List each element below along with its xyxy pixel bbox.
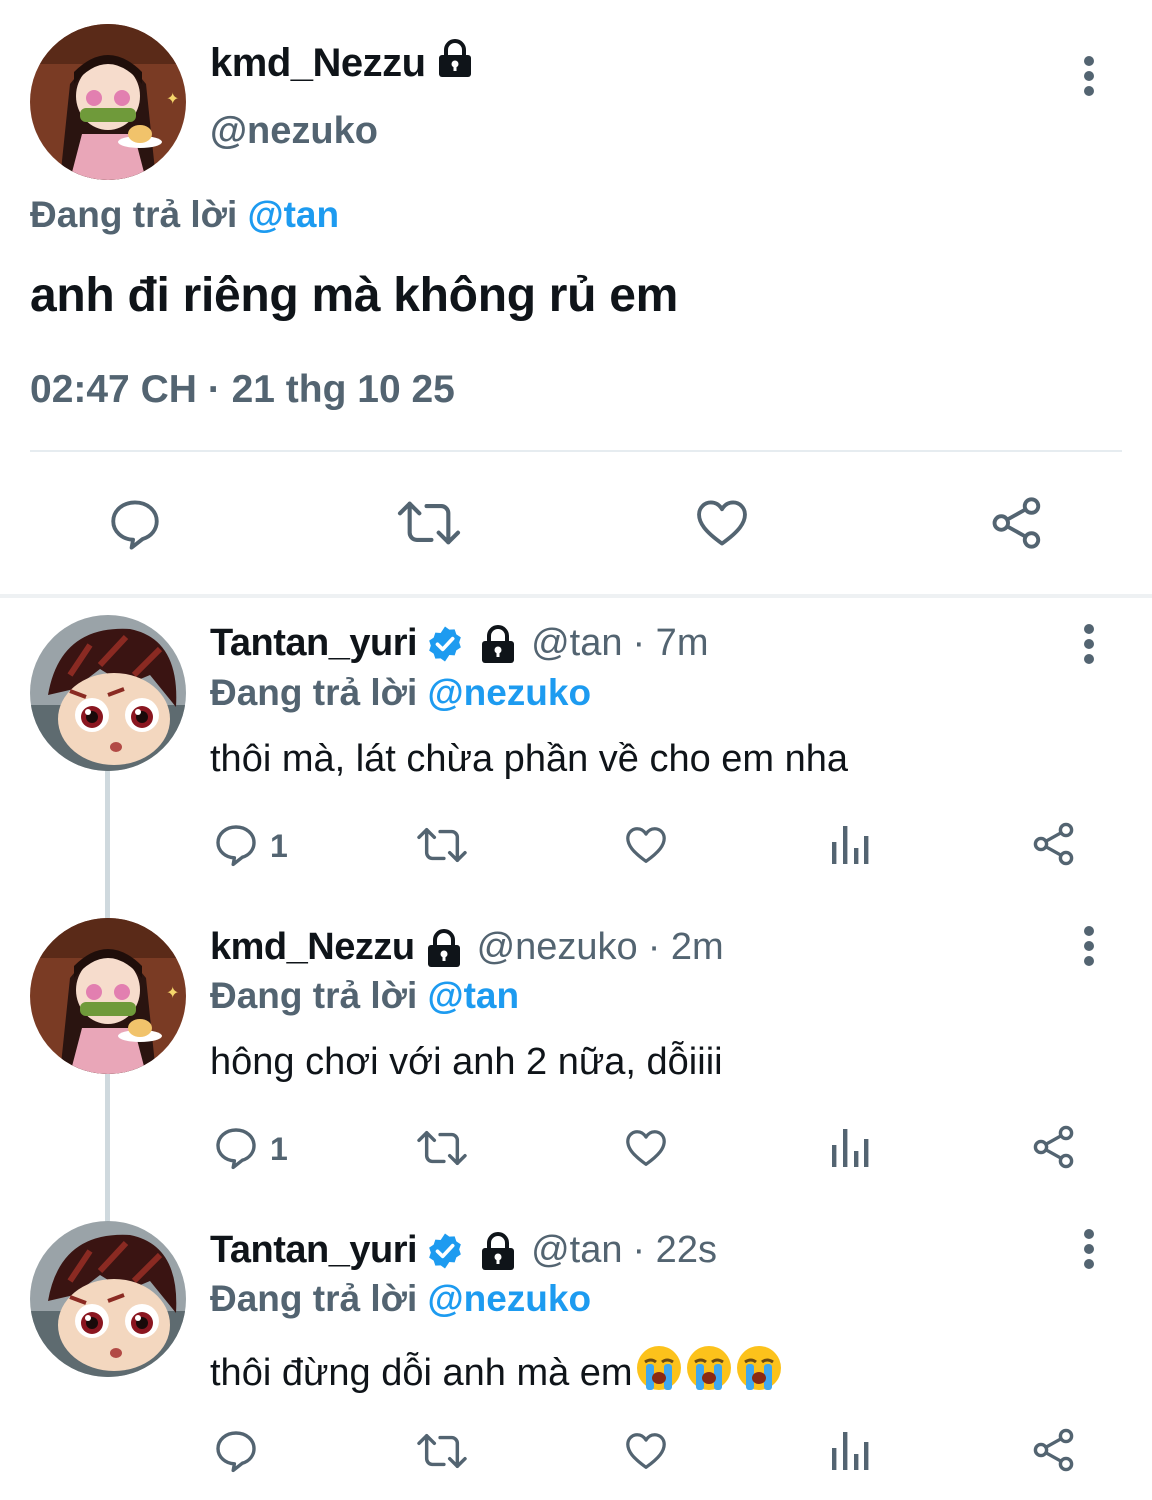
tweet-timestamp[interactable]: 02:47 CH · 21 thg 10 25 — [30, 368, 455, 412]
reply-text: thôi mà, lát chừa phần về cho em nha — [210, 738, 849, 780]
reply-button[interactable]: 1 — [212, 1123, 288, 1176]
reply-icon[interactable] — [106, 494, 164, 557]
reply-text: hông chơi với anh 2 nữa, dỗiiii — [210, 1041, 723, 1083]
author-name[interactable]: Tantan_yuri — [210, 622, 418, 665]
author-name[interactable]: kmd_Nezzu — [210, 41, 426, 86]
lock-icon — [479, 1231, 517, 1271]
reply-icon — [212, 820, 260, 873]
replying-to-link[interactable]: @nezuko — [428, 1278, 592, 1319]
author-handle[interactable]: @tan — [531, 1229, 622, 1272]
replying-to-link[interactable]: @nezuko — [428, 672, 592, 713]
more-options-icon[interactable] — [1082, 1229, 1096, 1274]
replying-prefix: Đang trả lời — [210, 975, 428, 1016]
more-options-icon[interactable] — [1082, 926, 1096, 971]
svg-text:✦: ✦ — [166, 89, 179, 108]
reply-count: 1 — [270, 828, 288, 864]
retweet-icon[interactable] — [414, 1428, 470, 1479]
reply-header: Tantan_yuri @tan · 7m — [210, 622, 708, 665]
reply-count: 1 — [270, 1131, 288, 1167]
author-handle[interactable]: @nezuko — [477, 926, 638, 969]
analytics-icon[interactable] — [828, 1125, 870, 1174]
avatar-tan[interactable] — [30, 615, 186, 771]
reply-text: thôi đừng dỗi anh mà em — [210, 1351, 633, 1394]
replying-to: Đang trả lời @nezuko — [210, 672, 591, 714]
reply-age[interactable]: · 22s — [632, 1229, 716, 1272]
lock-icon — [436, 38, 474, 88]
reply-icon — [212, 1123, 260, 1176]
like-icon[interactable] — [692, 494, 752, 557]
section-divider — [0, 594, 1152, 598]
thread-line — [105, 1074, 110, 1222]
analytics-icon[interactable] — [828, 822, 870, 871]
retweet-icon[interactable] — [394, 494, 464, 557]
author-handle[interactable]: @tan — [531, 622, 622, 665]
loudly-crying-face-emoji — [685, 1344, 733, 1402]
reply-text-row: thôi đừng dỗi anh mà em — [210, 1344, 783, 1402]
reply-icon — [212, 1426, 260, 1479]
retweet-icon[interactable] — [414, 822, 470, 873]
thread-line — [105, 770, 110, 918]
author-name[interactable]: kmd_Nezzu — [210, 926, 415, 969]
replying-to: Đang trả lời @tan — [210, 975, 519, 1017]
avatar-tan[interactable] — [30, 1221, 186, 1377]
replying-prefix: Đang trả lời — [210, 672, 428, 713]
reply-header: Tantan_yuri @tan · 22s — [210, 1229, 717, 1272]
lock-icon — [425, 928, 463, 968]
reply-header: kmd_Nezzu @nezuko · 2m — [210, 926, 724, 969]
author-handle[interactable]: @nezuko — [210, 110, 378, 153]
share-icon[interactable] — [1030, 1426, 1078, 1479]
more-options-icon[interactable] — [1082, 56, 1096, 101]
more-options-icon[interactable] — [1082, 624, 1096, 669]
divider — [30, 450, 1122, 452]
avatar-nezuko[interactable]: ✦ — [30, 24, 186, 180]
tweet-text: anh đi riêng mà không rủ em — [30, 269, 678, 322]
share-icon[interactable] — [1030, 1123, 1078, 1176]
like-icon[interactable] — [622, 822, 670, 873]
author-name[interactable]: Tantan_yuri — [210, 1229, 418, 1272]
replying-prefix: Đang trả lời — [210, 1278, 428, 1319]
loudly-crying-face-emoji — [635, 1344, 683, 1402]
reply-age[interactable]: · 2m — [648, 926, 724, 969]
loudly-crying-face-emoji — [735, 1344, 783, 1402]
share-icon[interactable] — [988, 494, 1046, 557]
share-icon[interactable] — [1030, 820, 1078, 873]
reply-button[interactable] — [212, 1426, 270, 1479]
replying-to-link[interactable]: @tan — [248, 194, 340, 235]
reply-age[interactable]: · 7m — [632, 622, 708, 665]
lock-icon — [479, 624, 517, 664]
analytics-icon[interactable] — [828, 1428, 870, 1477]
svg-text:✦: ✦ — [166, 983, 179, 1002]
avatar-nezuko[interactable]: ✦ — [30, 918, 186, 1074]
replying-prefix: Đang trả lời — [30, 194, 248, 235]
replying-to: Đang trả lời @tan — [30, 194, 339, 236]
retweet-icon[interactable] — [414, 1125, 470, 1176]
author-name-row: kmd_Nezzu — [210, 38, 474, 88]
verified-badge-icon — [425, 624, 465, 664]
like-icon[interactable] — [622, 1428, 670, 1479]
replying-to-link[interactable]: @tan — [428, 975, 520, 1016]
verified-badge-icon — [425, 1231, 465, 1271]
replying-to: Đang trả lời @nezuko — [210, 1278, 591, 1320]
like-icon[interactable] — [622, 1125, 670, 1176]
reply-button[interactable]: 1 — [212, 820, 288, 873]
